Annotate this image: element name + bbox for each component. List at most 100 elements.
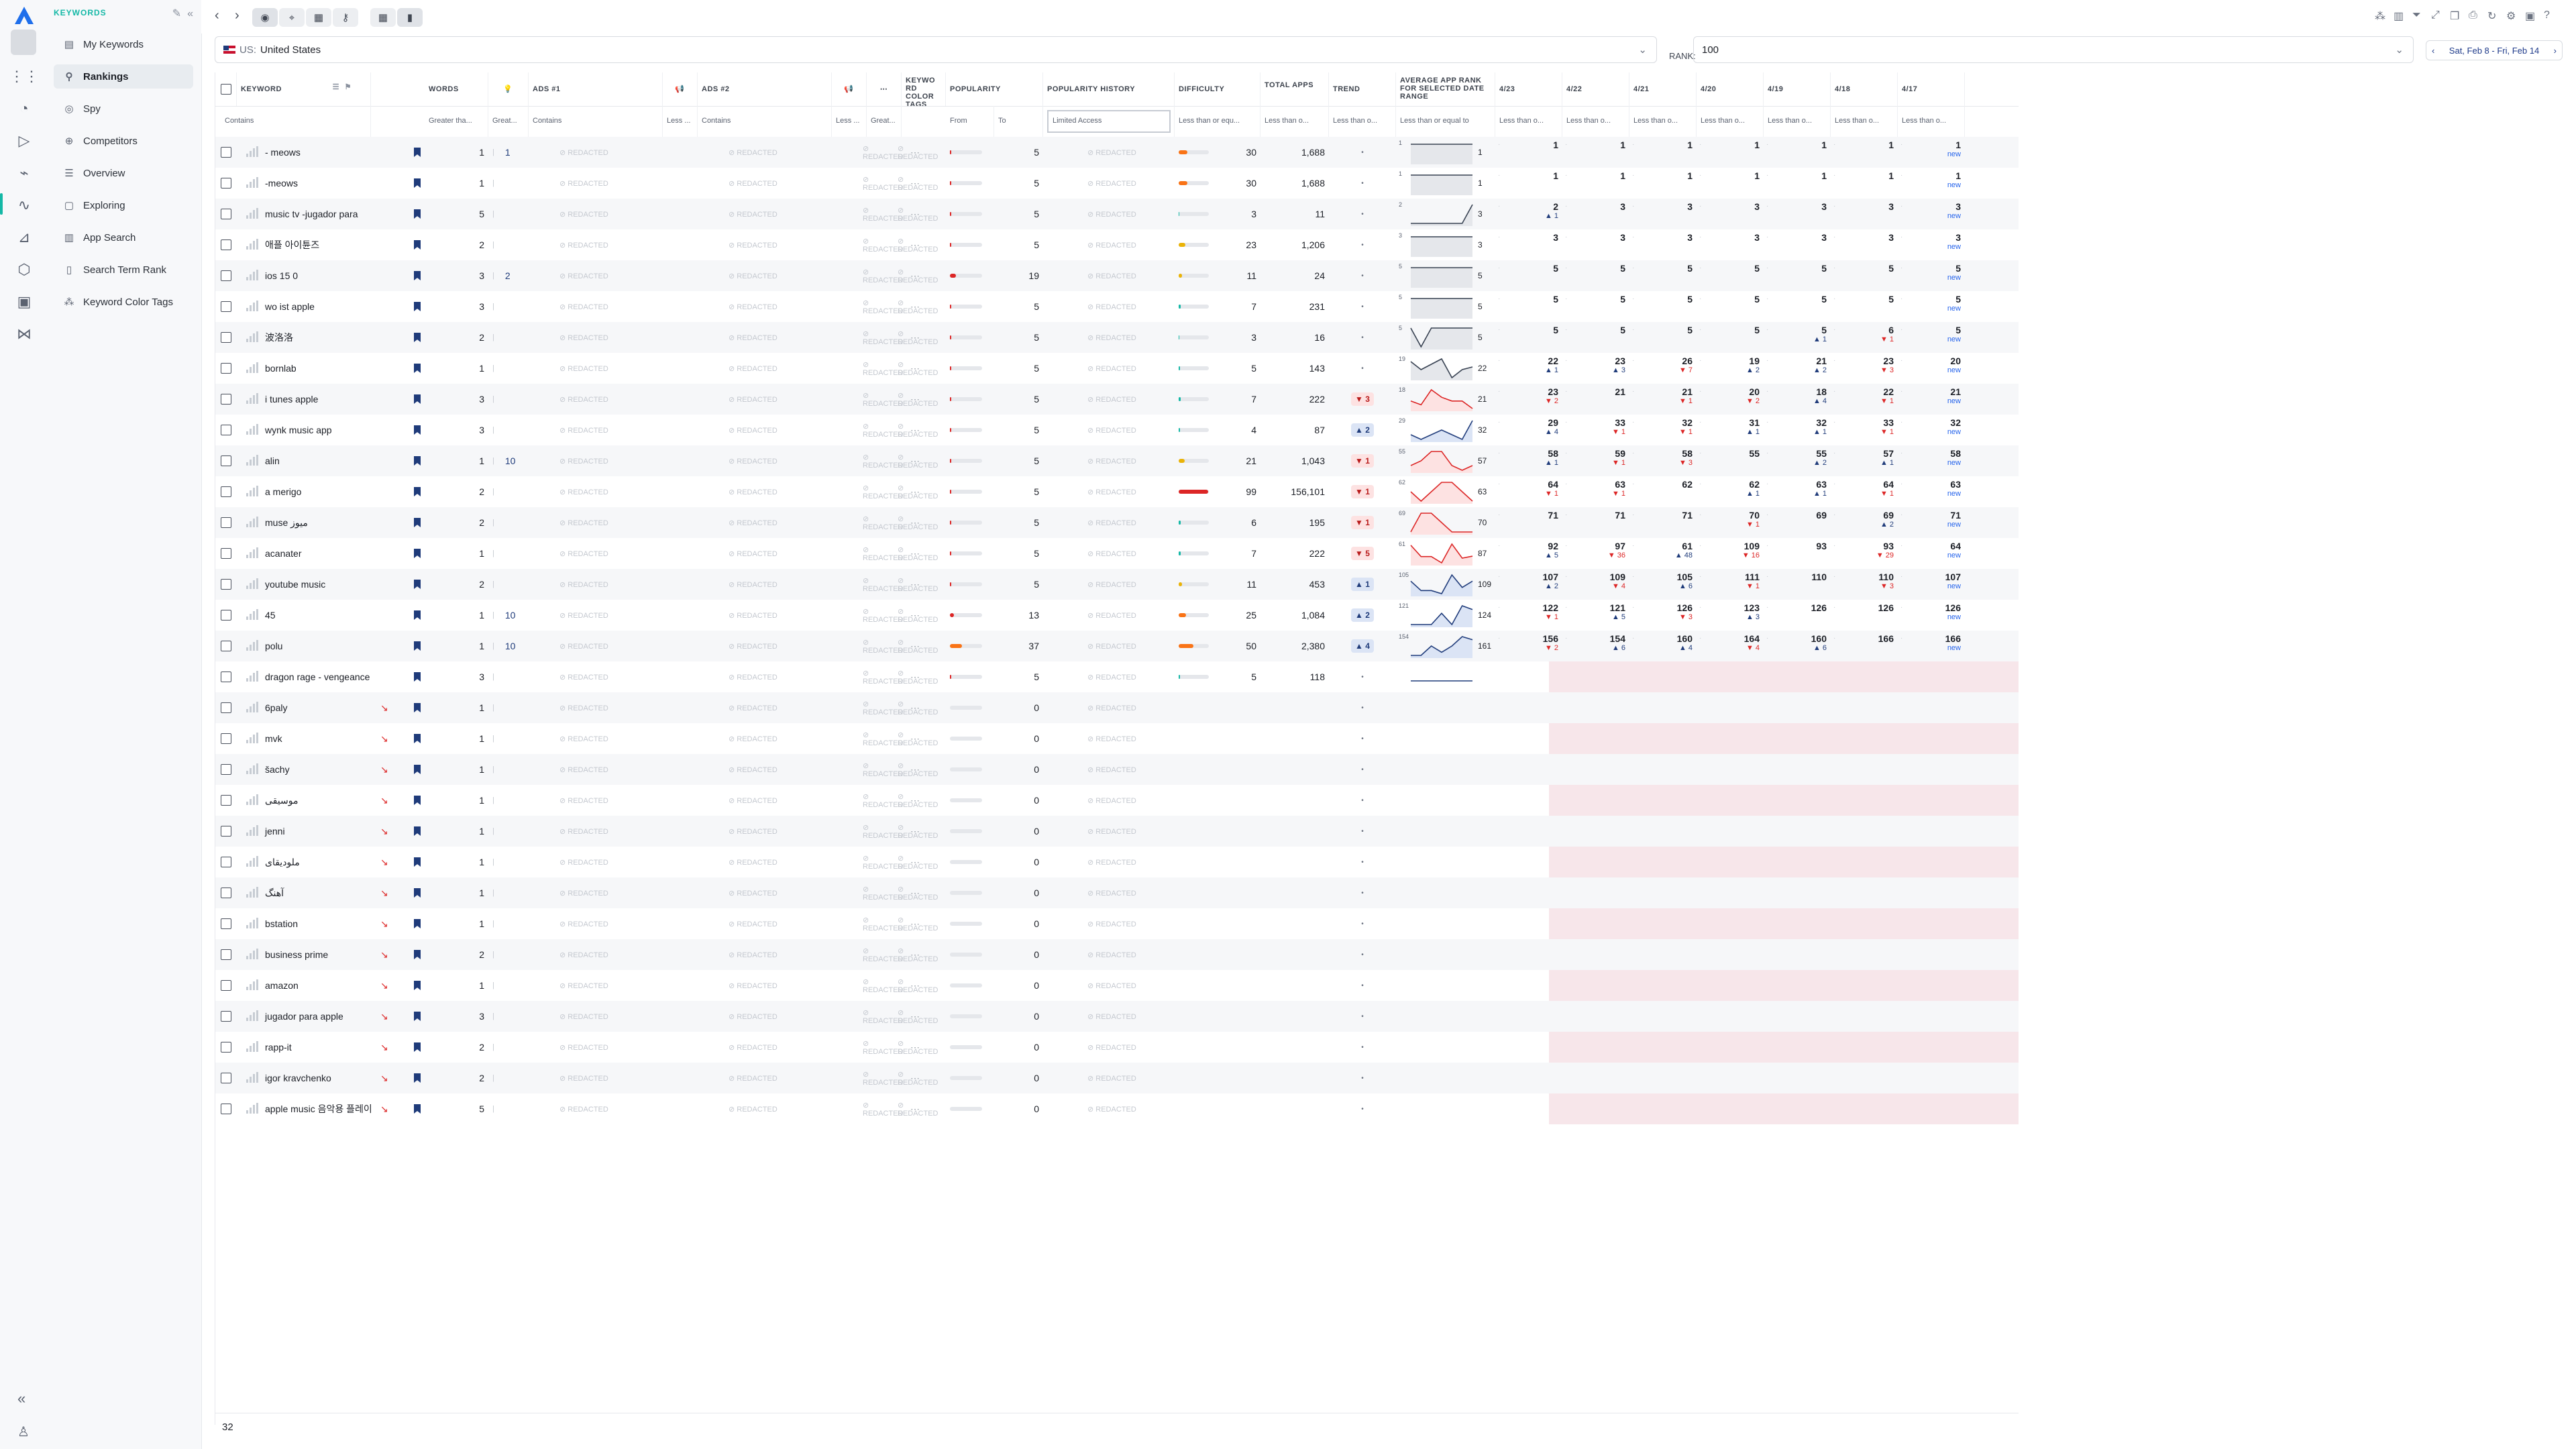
keyword-text[interactable]: business prime (265, 949, 328, 960)
row-checkbox[interactable] (215, 600, 237, 631)
checkbox-box[interactable] (221, 363, 231, 374)
prev-date-icon[interactable]: ‹ (2432, 46, 2434, 56)
row-more-icon[interactable]: ⋯ (906, 661, 926, 692)
bookmark-icon[interactable] (410, 415, 425, 445)
row-more-icon[interactable]: ⋯ (906, 692, 926, 723)
keyword-text[interactable]: - meows (265, 147, 301, 158)
checkbox-box[interactable] (221, 826, 231, 837)
words-filter[interactable]: Greater tha... (425, 106, 488, 137)
keyword-text[interactable]: bornlab (265, 363, 297, 374)
popularity-history-filter[interactable]: Limited Access (1043, 106, 1175, 137)
help-icon[interactable]: ? (2544, 9, 2550, 21)
checkbox-box[interactable] (221, 857, 231, 867)
row-more-icon[interactable]: ⋯ (906, 1001, 926, 1032)
app-icon[interactable]: ◔ (12, 97, 36, 121)
lightbulb-icon[interactable]: 💡 (488, 72, 529, 106)
checkbox-box[interactable] (221, 332, 231, 343)
keyword-cell[interactable]: music tv -jugador para (237, 199, 392, 229)
checkbox-box[interactable] (221, 270, 231, 281)
keyword-cell[interactable]: mvk (237, 723, 392, 754)
sidebar-item-rankings[interactable]: ⚲ Rankings (54, 64, 193, 89)
col-date[interactable]: 4/18 (1831, 72, 1898, 106)
row-checkbox[interactable] (215, 908, 237, 939)
row-more-icon[interactable]: ⋯ (906, 1063, 926, 1093)
bookmark-icon[interactable] (410, 970, 425, 1001)
expand-icon[interactable]: ⤢ (2431, 9, 2440, 21)
settings-icon[interactable]: ⚙ (2506, 9, 2516, 23)
edit-icon[interactable]: ✎ (172, 8, 181, 19)
row-more-icon[interactable]: ⋯ (906, 816, 926, 847)
export-icon[interactable]: ⎙ (2469, 9, 2477, 21)
megaphone-icon[interactable]: 📢 (663, 72, 698, 106)
checkbox-box[interactable] (221, 1104, 231, 1114)
keyword-cell[interactable]: wynk music app (237, 415, 392, 445)
col-words[interactable]: WORDS (425, 72, 488, 106)
date-filter[interactable]: Less than o... (1697, 106, 1764, 137)
row-checkbox[interactable] (215, 445, 237, 476)
row-checkbox[interactable] (215, 661, 237, 692)
sidebar-item-exploring[interactable]: ▢ Exploring (54, 193, 193, 217)
row-checkbox[interactable] (215, 137, 237, 168)
date-filter[interactable]: Less than o... (1898, 106, 1965, 137)
ads2-less-filter[interactable]: Less ... (832, 106, 867, 137)
row-more-icon[interactable]: ⋯ (906, 538, 926, 569)
row-checkbox[interactable] (215, 291, 237, 322)
bookmark-icon[interactable] (410, 723, 425, 754)
sidebar-item-search-term-rank[interactable]: ▯ Search Term Rank (54, 258, 193, 282)
row-more-icon[interactable]: ⋯ (906, 168, 926, 199)
share-icon[interactable]: ⁂ (2375, 9, 2385, 23)
checkbox-box[interactable] (221, 1011, 231, 1022)
keyword-cell[interactable]: igor kravchenko (237, 1063, 392, 1093)
row-more-icon[interactable]: ⋯ (906, 476, 926, 507)
row-checkbox[interactable] (215, 970, 237, 1001)
row-checkbox[interactable] (215, 1001, 237, 1032)
keyword-text[interactable]: apple music 음악용 플레이 (265, 1102, 372, 1116)
keyword-cell[interactable]: business prime (237, 939, 392, 970)
keyword-text[interactable]: dragon rage - vengeance (265, 672, 370, 682)
checkbox-box[interactable] (221, 980, 231, 991)
keyword-text[interactable]: 애플 아이튠즈 (265, 238, 319, 252)
col-date[interactable]: 4/21 (1629, 72, 1697, 106)
ads1-filter[interactable]: Contains (529, 106, 663, 137)
tag-icon[interactable]: ⬡ (12, 258, 36, 282)
keyword-text[interactable]: polu (265, 641, 282, 651)
ads1-less-filter[interactable]: Less ... (663, 106, 698, 137)
col-date[interactable]: 4/20 (1697, 72, 1764, 106)
row-more-icon[interactable]: ⋯ (906, 415, 926, 445)
bookmark-icon[interactable] (410, 507, 425, 538)
keyword-cell[interactable]: موسيقى (237, 785, 392, 816)
panel-icon[interactable]: ▣ (2525, 9, 2535, 23)
keyword-cell[interactable]: šachy (237, 754, 392, 785)
checkbox-box[interactable] (221, 517, 231, 528)
keyword-text[interactable]: šachy (265, 764, 290, 775)
row-more-icon[interactable]: ⋯ (906, 291, 926, 322)
date-filter[interactable]: Less than o... (1629, 106, 1697, 137)
keyword-text[interactable]: i tunes apple (265, 394, 318, 405)
megaphone-icon[interactable]: 📢 (832, 72, 867, 106)
rank-select[interactable]: 100 ⌄ (1693, 36, 2414, 63)
bookmark-icon[interactable] (410, 877, 425, 908)
keyword-cell[interactable]: apple music 음악용 플레이 (237, 1093, 392, 1124)
row-checkbox[interactable] (215, 631, 237, 661)
row-more-icon[interactable]: ⋯ (906, 353, 926, 384)
row-more-icon[interactable]: ⋯ (906, 939, 926, 970)
collapse-sidebar-icon[interactable]: « (187, 8, 193, 19)
avg-rank-filter[interactable]: Less than or equal to (1396, 106, 1495, 137)
keyword-cell[interactable]: ios 15 0 (237, 260, 392, 291)
col-color-tags[interactable]: KEYWO RD COLOR TAGS (902, 72, 946, 106)
checkbox-box[interactable] (221, 486, 231, 497)
date-filter[interactable]: Less than o... (1764, 106, 1831, 137)
row-checkbox[interactable] (215, 168, 237, 199)
keyword-cell[interactable]: bstation (237, 908, 392, 939)
col-popularity[interactable]: POPULARITY (946, 72, 1043, 106)
checkbox-box[interactable] (221, 795, 231, 806)
row-checkbox[interactable] (215, 260, 237, 291)
row-checkbox[interactable] (215, 229, 237, 260)
bookmark-icon[interactable] (410, 1093, 425, 1124)
col-date[interactable]: 4/19 (1764, 72, 1831, 106)
col-difficulty[interactable]: DIFFICULTY (1175, 72, 1260, 106)
row-checkbox[interactable] (215, 322, 237, 353)
back-icon[interactable]: ‹ (215, 8, 219, 23)
bookmark-icon[interactable] (410, 1001, 425, 1032)
row-checkbox[interactable] (215, 384, 237, 415)
